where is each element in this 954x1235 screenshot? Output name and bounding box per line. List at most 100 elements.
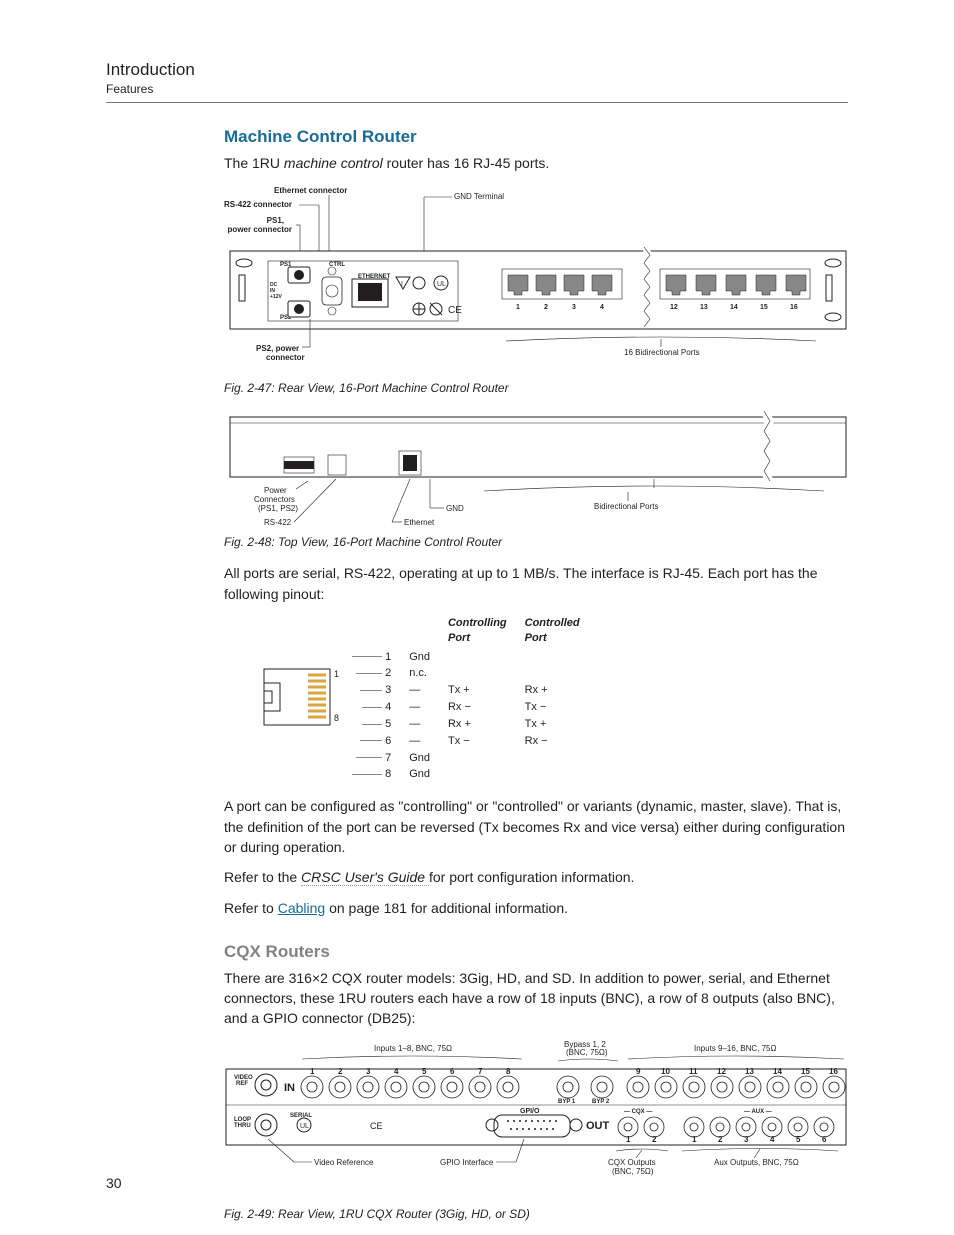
figure-2-48: text{font-size:8px;fill:#231f20} Power C… — [224, 409, 848, 527]
svg-text:Power: Power — [264, 486, 287, 495]
text: on page 181 for additional information. — [325, 900, 568, 916]
svg-text:8: 8 — [334, 713, 339, 723]
cqx-body: There are 316×2 CQX router models: 3Gig,… — [224, 968, 848, 1029]
svg-text:7: 7 — [478, 1067, 483, 1076]
svg-text:1: 1 — [310, 1067, 315, 1076]
text-em: CRSC User's Guide — [301, 869, 429, 886]
svg-text:3: 3 — [572, 304, 576, 311]
svg-text:REF: REF — [236, 1081, 248, 1087]
svg-text:1: 1 — [626, 1135, 631, 1144]
svg-text:OUT: OUT — [586, 1120, 610, 1132]
svg-text:Inputs 1–8, BNC, 75Ω: Inputs 1–8, BNC, 75Ω — [374, 1044, 452, 1053]
text: The 1RU — [224, 155, 284, 171]
svg-text:GND Terminal: GND Terminal — [454, 192, 504, 201]
svg-text:16: 16 — [829, 1067, 838, 1076]
figure-2-47-caption: Fig. 2-47: Rear View, 16-Port Machine Co… — [224, 381, 848, 395]
svg-text:power connector: power connector — [228, 225, 292, 234]
mcr-ref-1: Refer to the CRSC User's Guide for port … — [224, 867, 848, 887]
svg-text:14: 14 — [773, 1067, 782, 1076]
svg-text:2: 2 — [652, 1135, 657, 1144]
svg-text:UL: UL — [300, 1123, 309, 1130]
svg-text:CE: CE — [370, 1121, 383, 1131]
svg-text:— CQX —: — CQX — — [624, 1109, 652, 1115]
cqx-heading: CQX Routers — [224, 942, 848, 962]
pinout-table: 1 8 ControllingPort ControlledPort 1Gnd … — [252, 614, 590, 784]
svg-text:8: 8 — [506, 1067, 511, 1076]
svg-text:GND: GND — [446, 504, 464, 513]
svg-text:Bidirectional Ports: Bidirectional Ports — [594, 502, 658, 511]
svg-text:9: 9 — [636, 1067, 641, 1076]
svg-text:CE: CE — [448, 305, 462, 316]
figure-2-48-caption: Fig. 2-48: Top View, 16-Port Machine Con… — [224, 535, 848, 549]
header-rule — [106, 102, 848, 103]
svg-text:2: 2 — [544, 304, 548, 311]
section-title: Introduction — [106, 60, 848, 80]
svg-text:14: 14 — [730, 304, 738, 311]
svg-text:BYP 2: BYP 2 — [592, 1099, 610, 1105]
section-header: Introduction Features — [106, 60, 848, 96]
svg-text:16: 16 — [790, 304, 798, 311]
svg-text:Ethernet: Ethernet — [404, 518, 435, 527]
svg-text:3: 3 — [366, 1067, 371, 1076]
svg-text:1: 1 — [692, 1135, 697, 1144]
figure-2-47: text{font-size:8px;fill:#231f20} .b{font… — [224, 183, 848, 373]
svg-text:(BNC, 75Ω): (BNC, 75Ω) — [612, 1167, 654, 1176]
svg-text:Connectors: Connectors — [254, 495, 295, 504]
svg-text:6: 6 — [822, 1135, 827, 1144]
svg-text:11: 11 — [689, 1067, 698, 1076]
svg-text:1: 1 — [516, 304, 520, 311]
svg-text:+12V: +12V — [270, 294, 282, 300]
svg-text:GPIO Interface: GPIO Interface — [440, 1158, 494, 1167]
svg-text:!: ! — [401, 281, 403, 288]
svg-text:GPI/O: GPI/O — [520, 1108, 540, 1115]
mcr-body-2: A port can be configured as "controlling… — [224, 796, 848, 857]
svg-text:6: 6 — [450, 1067, 455, 1076]
text: for port configuration information. — [429, 869, 634, 885]
text: Refer to the — [224, 869, 301, 885]
svg-text:IN: IN — [284, 1082, 295, 1094]
section-subtitle: Features — [106, 82, 848, 96]
svg-text:15: 15 — [801, 1067, 810, 1076]
svg-text:(BNC, 75Ω): (BNC, 75Ω) — [566, 1048, 608, 1057]
svg-text:15: 15 — [760, 304, 768, 311]
page-number: 30 — [106, 1175, 122, 1191]
svg-text:12: 12 — [670, 304, 678, 311]
svg-text:— AUX —: — AUX — — [744, 1109, 772, 1115]
svg-text:5: 5 — [796, 1135, 801, 1144]
svg-text:12: 12 — [717, 1067, 726, 1076]
svg-text:10: 10 — [661, 1067, 670, 1076]
svg-text:1: 1 — [334, 669, 339, 679]
svg-text:UL: UL — [437, 281, 446, 288]
svg-text:13: 13 — [745, 1067, 754, 1076]
svg-text:Inputs 9–16, BNC, 75Ω: Inputs 9–16, BNC, 75Ω — [694, 1044, 776, 1053]
svg-text:Ethernet connector: Ethernet connector — [274, 186, 347, 195]
svg-text:(PS1, PS2): (PS1, PS2) — [258, 504, 298, 513]
mcr-intro: The 1RU machine control router has 16 RJ… — [224, 153, 848, 173]
mcr-ref-2: Refer to Cabling on page 181 for additio… — [224, 898, 848, 918]
cabling-link[interactable]: Cabling — [278, 900, 325, 916]
figure-2-49: text{font-size:8px;fill:#231f20} .b{font… — [224, 1039, 848, 1199]
svg-text:CQX Outputs: CQX Outputs — [608, 1158, 656, 1167]
svg-text:13: 13 — [700, 304, 708, 311]
svg-text:4: 4 — [394, 1067, 399, 1076]
mcr-heading: Machine Control Router — [224, 127, 848, 147]
svg-text:2: 2 — [338, 1067, 343, 1076]
svg-text:RS-422 connector: RS-422 connector — [224, 200, 292, 209]
svg-text:2: 2 — [718, 1135, 723, 1144]
rj45-icon: 1 8 — [262, 655, 342, 739]
text-em: machine control — [284, 155, 383, 171]
svg-text:3: 3 — [744, 1135, 749, 1144]
mcr-body-1: All ports are serial, RS-422, operating … — [224, 563, 848, 604]
svg-text:Video Reference: Video Reference — [314, 1158, 374, 1167]
svg-text:PS2, power: PS2, power — [256, 344, 299, 353]
svg-text:RS-422: RS-422 — [264, 518, 292, 527]
svg-text:BYP 1: BYP 1 — [558, 1099, 576, 1105]
svg-text:5: 5 — [422, 1067, 427, 1076]
text: router has 16 RJ-45 ports. — [383, 155, 550, 171]
svg-text:PS1,: PS1, — [267, 216, 284, 225]
svg-text:THRU: THRU — [234, 1123, 251, 1129]
svg-text:4: 4 — [770, 1135, 775, 1144]
figure-2-49-caption: Fig. 2-49: Rear View, 1RU CQX Router (3G… — [224, 1207, 848, 1221]
svg-text:4: 4 — [600, 304, 604, 311]
text: Refer to — [224, 900, 278, 916]
